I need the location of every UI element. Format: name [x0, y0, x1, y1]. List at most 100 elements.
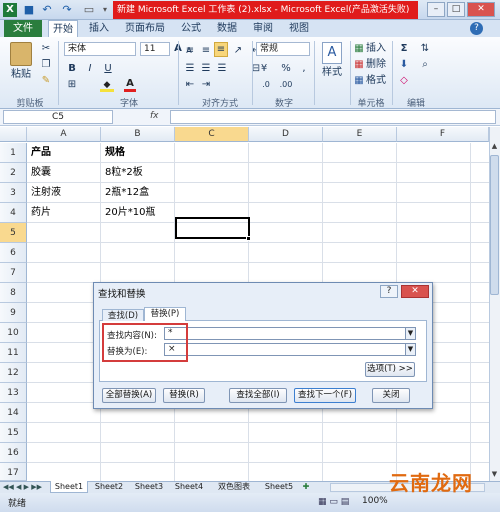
increase-indent-icon[interactable]: ⇥: [200, 78, 212, 91]
format-painter-icon[interactable]: ✎: [40, 74, 52, 87]
row-header[interactable]: 1: [0, 143, 27, 163]
decrease-decimal-icon[interactable]: .00: [278, 78, 294, 91]
align-top-icon[interactable]: ≡: [184, 44, 196, 57]
formula-input[interactable]: [170, 110, 496, 124]
font-size-select[interactable]: 11: [140, 42, 170, 56]
undo-icon[interactable]: ↶: [40, 3, 54, 17]
row-header[interactable]: 6: [0, 243, 27, 263]
replace-button[interactable]: 替换(R): [163, 388, 205, 403]
tab-insert[interactable]: 插入: [84, 20, 114, 37]
help-icon[interactable]: ?: [470, 22, 483, 35]
dialog-close-button[interactable]: ✕: [401, 285, 429, 298]
font-color-icon[interactable]: A: [124, 78, 136, 92]
maximize-button[interactable]: □: [447, 2, 465, 17]
find-all-button[interactable]: 查找全部(I): [229, 388, 287, 403]
row-header[interactable]: 16: [0, 443, 27, 463]
column-header-e[interactable]: E: [323, 127, 397, 142]
dialog-help-button[interactable]: ?: [380, 285, 398, 298]
increase-decimal-icon[interactable]: .0: [258, 78, 274, 91]
customize-qat-icon[interactable]: ▾: [98, 3, 112, 17]
row-header[interactable]: 2: [0, 163, 27, 183]
cell-b1[interactable]: 规格: [102, 143, 125, 163]
tab-data[interactable]: 数据: [212, 20, 242, 37]
cell-b3[interactable]: 2瓶*12盒: [102, 183, 149, 203]
row-header[interactable]: 15: [0, 423, 27, 443]
row-header[interactable]: 7: [0, 263, 27, 283]
row-header[interactable]: 10: [0, 323, 27, 343]
styles-icon[interactable]: A: [322, 42, 342, 64]
tab-home[interactable]: 开始: [48, 20, 78, 38]
close-dialog-button[interactable]: 关闭: [372, 388, 410, 403]
view-buttons-icon[interactable]: ▦ ▭ ▤: [318, 496, 358, 508]
row-header[interactable]: 14: [0, 403, 27, 423]
row-header[interactable]: 4: [0, 203, 27, 223]
scroll-up-icon[interactable]: ▲: [490, 142, 499, 152]
find-next-button[interactable]: 查找下一个(F): [294, 388, 356, 403]
bold-button[interactable]: B: [66, 62, 78, 75]
styles-button-label[interactable]: 样式: [316, 66, 348, 79]
tab-view[interactable]: 视图: [284, 20, 314, 37]
sort-filter-icon[interactable]: ⇅: [418, 42, 432, 55]
insert-cells-button[interactable]: 插入: [364, 42, 388, 55]
format-cells-button[interactable]: 格式: [364, 74, 388, 87]
align-bottom-icon[interactable]: ≡: [214, 42, 228, 57]
row-header[interactable]: 17: [0, 463, 27, 481]
cell-a3[interactable]: 注射液: [28, 183, 61, 203]
tab-replace[interactable]: 替换(P): [144, 307, 186, 321]
find-input[interactable]: *: [164, 327, 408, 340]
tab-formulas[interactable]: 公式: [176, 20, 206, 37]
cell-a1[interactable]: 产品: [28, 143, 51, 163]
clear-icon[interactable]: ◇: [398, 74, 410, 87]
copy-icon[interactable]: ❐: [40, 58, 52, 71]
column-header-b[interactable]: B: [101, 127, 175, 142]
row-header[interactable]: 5: [0, 223, 27, 243]
tab-review[interactable]: 审阅: [248, 20, 278, 37]
name-box[interactable]: C5: [3, 110, 113, 124]
cell-b2[interactable]: 8粒*2板: [102, 163, 143, 183]
row-header[interactable]: 8: [0, 283, 27, 303]
autosum-button[interactable]: Σ: [398, 42, 410, 55]
align-left-icon[interactable]: ☰: [184, 62, 196, 75]
column-header-f[interactable]: F: [397, 127, 489, 142]
minimize-button[interactable]: –: [427, 2, 445, 17]
align-right-icon[interactable]: ☰: [216, 62, 228, 75]
italic-button[interactable]: I: [84, 62, 96, 75]
row-header[interactable]: 11: [0, 343, 27, 363]
underline-button[interactable]: U: [102, 62, 114, 75]
sheet-tab-sheet2[interactable]: Sheet2: [90, 481, 128, 493]
fill-handle[interactable]: [246, 236, 251, 241]
insert-cells-icon[interactable]: ▦: [354, 42, 364, 55]
comma-button[interactable]: ,: [298, 62, 310, 75]
replace-dropdown-icon[interactable]: ▼: [405, 343, 416, 356]
number-format-select[interactable]: 常规: [256, 42, 310, 56]
fx-button[interactable]: fx: [150, 111, 166, 121]
cell-a2[interactable]: 胶囊: [28, 163, 51, 183]
border-icon[interactable]: ⊞: [66, 78, 78, 91]
sheet-tab-sheet3[interactable]: Sheet3: [130, 481, 168, 493]
row-header[interactable]: 12: [0, 363, 27, 383]
select-all-corner[interactable]: [0, 127, 27, 142]
font-name-select[interactable]: 宋体: [64, 42, 136, 56]
column-header-d[interactable]: D: [249, 127, 323, 142]
decrease-indent-icon[interactable]: ⇤: [184, 78, 196, 91]
tab-find[interactable]: 查找(D): [102, 309, 144, 321]
column-header-c[interactable]: C: [175, 127, 249, 142]
row-header[interactable]: 13: [0, 383, 27, 403]
scroll-thumb[interactable]: [490, 155, 499, 295]
find-select-icon[interactable]: ⌕: [418, 58, 432, 71]
format-cells-icon[interactable]: ▦: [354, 74, 364, 87]
replace-input[interactable]: ×: [164, 343, 408, 356]
paste-icon[interactable]: [10, 42, 32, 66]
column-header-a[interactable]: A: [27, 127, 101, 142]
replace-all-button[interactable]: 全部替换(A): [102, 388, 156, 403]
sheet-tab-sheet1[interactable]: Sheet1: [50, 481, 88, 493]
cell-a4[interactable]: 药片: [28, 203, 51, 223]
options-button[interactable]: 选项(T) >>: [365, 362, 415, 377]
sheet-tab-chart[interactable]: 双色图表: [210, 481, 258, 493]
row-header[interactable]: 9: [0, 303, 27, 323]
active-cell-c5[interactable]: [175, 217, 250, 239]
sheet-nav-icon[interactable]: ◀◀ ◀ ▶ ▶▶: [3, 481, 47, 493]
close-button[interactable]: ✕: [467, 2, 495, 17]
cut-icon[interactable]: ✂: [40, 42, 52, 55]
percent-button[interactable]: %: [280, 62, 292, 75]
